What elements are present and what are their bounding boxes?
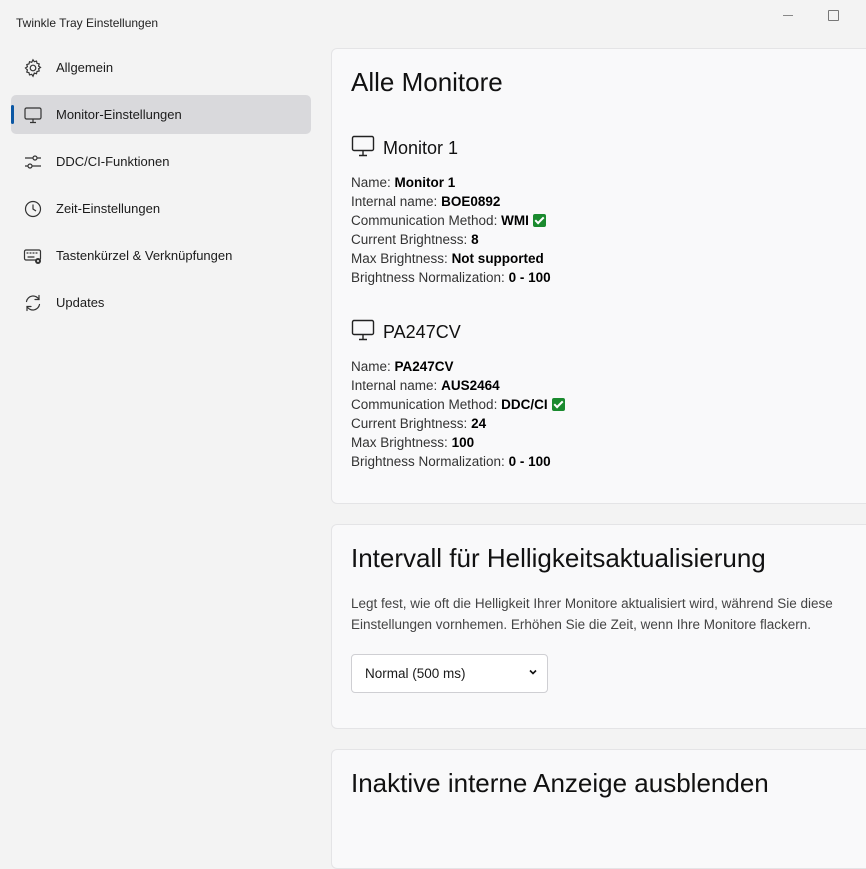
max-brightness-value: Not supported (451, 251, 544, 266)
sidebar-item-label: Tastenkürzel & Verknüpfungen (56, 248, 233, 263)
label-name: Name: (351, 175, 391, 190)
check-icon (551, 398, 565, 411)
sidebar-item-ddc-ci-funktionen[interactable]: DDC/CI-Funktionen (11, 142, 311, 181)
refresh-interval-description: Legt fest, wie oft die Helligkeit Ihrer … (351, 596, 833, 632)
check-icon (532, 214, 546, 227)
sidebar-item-tastenkuerzel[interactable]: Tastenkürzel & Verknüpfungen (11, 236, 311, 275)
chevron-down-icon (529, 669, 537, 675)
monitor-1-info: Name: Monitor 1 Internal name: BOE0892 C… (351, 173, 551, 287)
all-monitors-card: Alle Monitore Monitor 1 Name: Monitor 1 … (331, 48, 866, 504)
all-monitors-title: Alle Monitore (351, 67, 503, 97)
internal-name-value: BOE0892 (441, 194, 501, 209)
normalization-value: 0 - 100 (508, 270, 551, 285)
maximize-icon (827, 9, 839, 21)
communication-method-value: DDC/CI (501, 397, 548, 412)
normalization-value: 0 - 100 (508, 454, 551, 469)
monitor-icon (23, 105, 43, 125)
hide-inactive-display-card: Inaktive interne Anzeige ausblenden (331, 749, 866, 869)
current-brightness-value: 24 (471, 416, 487, 431)
minimize-icon (783, 14, 793, 16)
sliders-icon (23, 152, 43, 172)
sidebar-item-label: Monitor-Einstellungen (56, 107, 182, 122)
monitor-1-heading: Monitor 1 (351, 135, 458, 162)
internal-name-value: AUS2464 (441, 378, 500, 393)
label-brightness-normalization: Brightness Normalization: (351, 454, 505, 469)
title-bar: Twinkle Tray Einstellungen (0, 0, 866, 40)
monitor-2-info: Name: PA247CV Internal name: AUS2464 Com… (351, 357, 565, 471)
monitor-name-value: Monitor 1 (394, 175, 456, 190)
monitor-icon (351, 135, 383, 162)
keyboard-settings-icon (23, 246, 43, 266)
sidebar-item-label: Zeit-Einstellungen (56, 201, 161, 216)
sidebar-item-zeit-einstellungen[interactable]: Zeit-Einstellungen (11, 189, 311, 228)
sidebar-item-label: Updates (56, 295, 105, 310)
label-name: Name: (351, 359, 391, 374)
refresh-interval-card: Intervall für Helligkeitsaktualisierung … (331, 524, 866, 729)
label-brightness-normalization: Brightness Normalization: (351, 270, 505, 285)
communication-method-value: WMI (501, 213, 529, 228)
sidebar-item-updates[interactable]: Updates (11, 283, 311, 322)
refresh-interval-select[interactable]: Normal (500 ms) (351, 654, 548, 693)
label-max-brightness: Max Brightness: (351, 251, 448, 266)
gear-icon (23, 58, 43, 78)
label-internal-name: Internal name: (351, 378, 438, 393)
current-brightness-value: 8 (471, 232, 479, 247)
window-title: Twinkle Tray Einstellungen (16, 16, 159, 30)
max-brightness-value: 100 (451, 435, 475, 450)
clock-icon (23, 199, 43, 219)
sidebar-item-label: Allgemein (56, 60, 114, 75)
sidebar-item-label: DDC/CI-Funktionen (56, 154, 170, 169)
select-value: Normal (500 ms) (365, 666, 466, 681)
refresh-interval-title: Intervall für Helligkeitsaktualisierung (351, 543, 766, 573)
label-max-brightness: Max Brightness: (351, 435, 448, 450)
label-communication-method: Communication Method: (351, 213, 498, 228)
sidebar-item-allgemein[interactable]: Allgemein (11, 48, 311, 87)
sidebar-item-monitor-einstellungen[interactable]: Monitor-Einstellungen (11, 95, 311, 134)
refresh-icon (23, 293, 43, 313)
label-current-brightness: Current Brightness: (351, 232, 468, 247)
label-internal-name: Internal name: (351, 194, 438, 209)
label-current-brightness: Current Brightness: (351, 416, 468, 431)
monitor-name-value: PA247CV (394, 359, 454, 374)
minimize-button[interactable] (765, 6, 811, 24)
monitor-heading-text: PA247CV (383, 322, 461, 342)
label-communication-method: Communication Method: (351, 397, 498, 412)
monitor-2-heading: PA247CV (351, 319, 461, 346)
monitor-icon (351, 319, 383, 346)
monitor-heading-text: Monitor 1 (383, 138, 459, 158)
maximize-button[interactable] (810, 6, 856, 24)
hide-inactive-display-title: Inaktive interne Anzeige ausblenden (351, 768, 769, 798)
